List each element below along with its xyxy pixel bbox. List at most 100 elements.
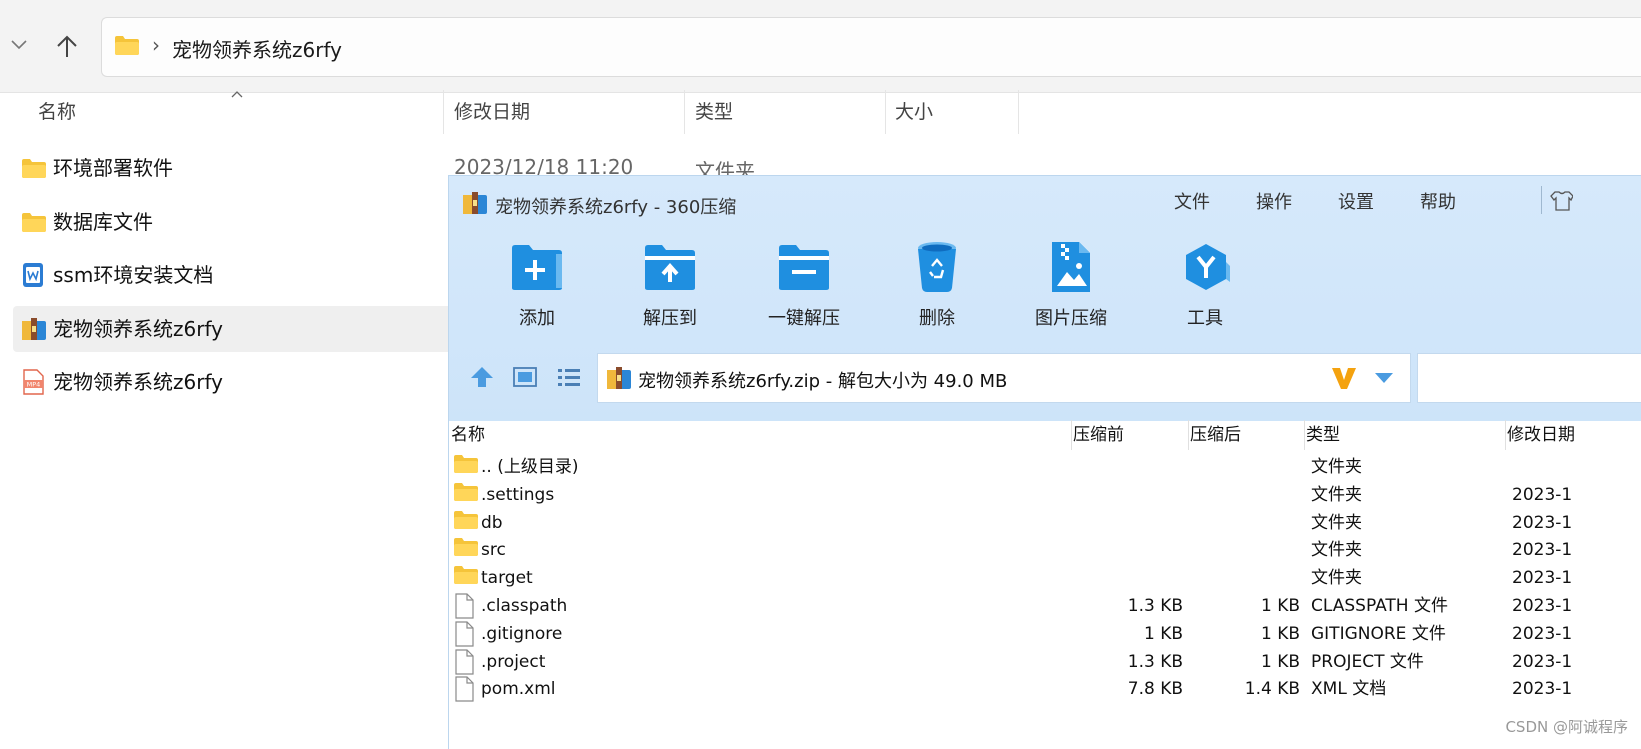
tool-label: 解压到 xyxy=(643,308,697,329)
file-name: 环境部署软件 xyxy=(53,156,173,180)
zip-file-row[interactable]: .gitignore 1 KB 1 KB GITIGNORE 文件 2023-1 xyxy=(449,620,1641,648)
dropdown-arrow-icon[interactable] xyxy=(1374,372,1394,384)
zip-column-type[interactable]: 类型 xyxy=(1306,422,1340,448)
zip-archive-icon xyxy=(607,367,631,389)
menu-operation[interactable]: 操作 xyxy=(1256,188,1292,214)
zip-column-after[interactable]: 压缩后 xyxy=(1190,422,1241,448)
zip-file-row[interactable]: pom.xml 7.8 KB 1.4 KB XML 文档 2023-1 xyxy=(449,675,1641,703)
zip-file-type: 文件夹 xyxy=(1311,484,1362,505)
file-name: 宠物领养系统z6rfy xyxy=(53,370,223,394)
zip-size-after: 1 KB xyxy=(1260,651,1300,672)
list-view-icon[interactable] xyxy=(556,366,582,388)
breadcrumb[interactable]: 宠物领养系统z6rfy xyxy=(172,34,342,63)
zip-column-name[interactable]: 名称 xyxy=(451,422,485,448)
zip-file-type: 文件夹 xyxy=(1311,457,1362,477)
tools-icon xyxy=(1186,244,1230,290)
zip-file-row[interactable]: db 文件夹 2023-1 xyxy=(449,509,1641,537)
mp4-video-icon: MP4 xyxy=(23,369,44,395)
delete-icon xyxy=(918,242,956,292)
folder-icon xyxy=(454,538,478,557)
archive-path: 宠物领养系统z6rfy.zip - 解包大小为 49.0 MB xyxy=(638,371,1008,392)
extract-to-icon xyxy=(645,245,695,290)
zip-file-type: 文件夹 xyxy=(1311,540,1362,561)
zip-file-date: 2023-1 xyxy=(1512,596,1573,616)
zip-file-type: PROJECT 文件 xyxy=(1311,651,1424,672)
v-logo-icon[interactable] xyxy=(1330,365,1358,391)
zip-file-name: src xyxy=(481,540,506,561)
folder-icon xyxy=(454,482,478,501)
watermark: CSDN @阿诚程序 xyxy=(1505,718,1628,736)
zip-column-before[interactable]: 压缩前 xyxy=(1073,422,1124,448)
zip-file-row[interactable]: .settings 文件夹 2023-1 xyxy=(449,481,1641,509)
zip-file-row[interactable]: target 文件夹 2023-1 xyxy=(449,564,1641,592)
menu-file[interactable]: 文件 xyxy=(1174,188,1210,214)
up-arrow-icon[interactable] xyxy=(54,34,80,60)
tool-label: 删除 xyxy=(919,308,955,329)
tool-label: 图片压缩 xyxy=(1035,308,1107,329)
zip-header: 宠物领养系统z6rfy - 360压缩 文件 操作 设置 帮助 添加 解压到 一… xyxy=(449,176,1641,421)
breadcrumb-separator: › xyxy=(152,33,160,57)
zip-size-before: 1.3 KB xyxy=(1127,651,1183,672)
file-icon xyxy=(455,648,474,675)
column-header-date[interactable]: 修改日期 xyxy=(454,90,530,134)
add-icon xyxy=(512,245,562,290)
zip-file-type: CLASSPATH 文件 xyxy=(1311,596,1448,616)
zip-file-date: 2023-1 xyxy=(1512,540,1573,561)
file-icon xyxy=(455,621,474,647)
address-bar[interactable]: › 宠物领养系统z6rfy xyxy=(101,17,1641,77)
zip-archive-icon xyxy=(463,192,487,214)
thumbnail-view-icon[interactable] xyxy=(512,366,538,388)
zip-file-name: .project xyxy=(481,651,546,672)
explorer-toolbar: › 宠物领养系统z6rfy xyxy=(0,0,1641,93)
folder-icon xyxy=(454,455,478,473)
file-row[interactable]: 数据库文件 xyxy=(13,199,453,245)
chevron-down-icon[interactable] xyxy=(10,38,28,52)
zip-file-date: 2023-1 xyxy=(1512,651,1573,672)
one-click-extract-icon xyxy=(779,245,829,290)
zip-file-type: GITIGNORE 文件 xyxy=(1311,623,1446,644)
archive-path-bar[interactable]: 宠物领养系统z6rfy.zip - 解包大小为 49.0 MB xyxy=(597,353,1411,403)
folder-icon xyxy=(454,566,478,585)
search-input[interactable] xyxy=(1417,353,1641,403)
zip-file-name: pom.xml xyxy=(481,679,556,700)
zip-file-row[interactable]: .classpath 1.3 KB 1 KB CLASSPATH 文件 2023-1 xyxy=(449,592,1641,620)
zip-file-date: 2023-1 xyxy=(1512,484,1573,505)
zip-column-date[interactable]: 修改日期 xyxy=(1507,422,1575,448)
skin-shirt-icon[interactable] xyxy=(1549,190,1573,212)
column-header-size[interactable]: 大小 xyxy=(895,90,933,134)
file-row[interactable]: ssm环境安装文档 xyxy=(13,252,453,298)
zip-archive-icon xyxy=(22,318,46,340)
column-header-type[interactable]: 类型 xyxy=(695,90,733,134)
zip-file-type: 文件夹 xyxy=(1311,512,1362,533)
file-row[interactable]: 环境部署软件 xyxy=(13,145,453,191)
zip-file-type: XML 文档 xyxy=(1311,679,1387,700)
window-title: 宠物领养系统z6rfy - 360压缩 xyxy=(495,197,737,218)
folder-icon xyxy=(115,36,139,55)
file-name: 宠物领养系统z6rfy xyxy=(53,317,223,341)
zip-file-name: .. (上级目录) xyxy=(481,457,579,477)
zip-file-date: 2023-1 xyxy=(1512,512,1573,533)
file-row[interactable]: MP4 宠物领养系统z6rfy xyxy=(13,359,453,405)
word-doc-icon xyxy=(23,263,43,287)
zip-size-before: 1 KB xyxy=(1143,623,1183,644)
folder-icon xyxy=(454,510,478,529)
zip-file-row[interactable]: src 文件夹 2023-1 xyxy=(449,536,1641,564)
zip-size-before: 7.8 KB xyxy=(1127,679,1183,700)
zip-file-list: .. (上级目录) 文件夹 .settings 文件夹 2023-1 db 文件夹 2023-… xyxy=(449,453,1641,749)
file-icon xyxy=(455,593,474,619)
tool-label: 添加 xyxy=(519,308,555,329)
zip-file-row[interactable]: .project 1.3 KB 1 KB PROJECT 文件 2023-1 xyxy=(449,648,1641,676)
column-header-name[interactable]: 名称 xyxy=(38,90,76,134)
zip-file-type: 文件夹 xyxy=(1311,568,1362,589)
menu-settings[interactable]: 设置 xyxy=(1338,188,1374,214)
folder-icon xyxy=(22,159,46,178)
sort-ascending-icon xyxy=(231,91,243,98)
menu-help[interactable]: 帮助 xyxy=(1420,188,1456,214)
image-compress-icon xyxy=(1052,242,1090,292)
zip-size-after: 1 KB xyxy=(1260,596,1300,616)
up-level-icon[interactable] xyxy=(469,365,495,389)
zip-file-name: db xyxy=(481,512,503,533)
file-row-selected[interactable]: 宠物领养系统z6rfy xyxy=(13,306,453,352)
zip-file-row[interactable]: .. (上级目录) 文件夹 xyxy=(449,453,1641,481)
zip-file-name: .gitignore xyxy=(481,623,563,644)
